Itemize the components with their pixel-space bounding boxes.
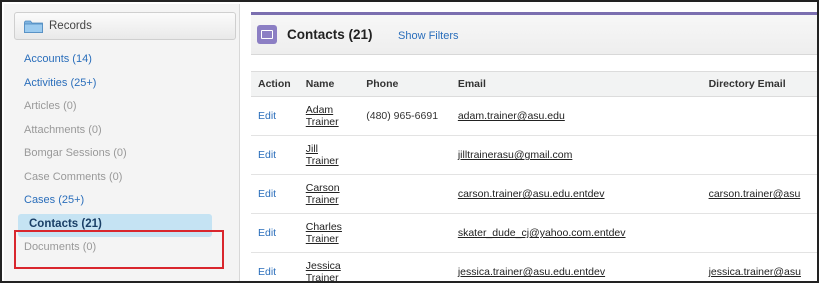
sidebar-item-activities[interactable]: Activities (25+) — [4, 72, 240, 96]
sidebar-item-label: Contacts (21) — [29, 217, 102, 230]
sidebar-item-attachments: Attachments (0) — [4, 119, 240, 143]
page-title: Contacts (21) — [287, 27, 373, 42]
sidebar-item-label: Bomgar Sessions (0) — [24, 147, 127, 159]
table-row: Edit Jill Trainer jilltrainerasu@gmail.co… — [251, 135, 817, 175]
contact-email[interactable]: adam.trainer@asu.edu — [458, 110, 565, 122]
column-header-name[interactable]: Name — [298, 71, 360, 97]
contact-directory-email[interactable]: carson.trainer@asu — [709, 188, 801, 200]
contact-last-name[interactable]: Trainer — [306, 233, 359, 245]
contacts-card-icon — [257, 25, 277, 44]
sidebar-item-label: Activities (25+) — [24, 76, 97, 89]
contact-email[interactable]: carson.trainer@asu.edu.entdev — [458, 188, 605, 200]
contact-first-name[interactable]: Jessica — [306, 260, 359, 272]
contact-first-name[interactable]: Jill — [306, 143, 359, 155]
records-header[interactable]: Records — [14, 12, 236, 40]
contact-last-name[interactable]: Trainer — [306, 272, 359, 281]
contact-last-name[interactable]: Trainer — [306, 155, 359, 167]
contact-last-name[interactable]: Trainer — [306, 194, 359, 206]
edit-link[interactable]: Edit — [258, 149, 276, 161]
sidebar-item-case-comments: Case Comments (0) — [4, 166, 240, 190]
edit-link[interactable]: Edit — [258, 188, 276, 200]
table-row: Edit Charles Trainer skater_dude_cj@yahoo… — [251, 213, 817, 253]
table-row: Edit Adam Trainer (480) 965-6691 adam.tra… — [251, 96, 817, 136]
sidebar-item-label: Accounts (14) — [24, 53, 92, 65]
column-header-email[interactable]: Email — [450, 71, 702, 97]
column-header-directory-email[interactable]: Directory Email — [701, 71, 817, 97]
contact-email[interactable]: jessica.trainer@asu.edu.entdev — [458, 266, 605, 278]
highlight-annotation — [14, 230, 224, 269]
sidebar-item-articles: Articles (0) — [4, 95, 240, 119]
column-header-action: Action — [251, 71, 299, 97]
show-filters-link[interactable]: Show Filters — [398, 30, 459, 42]
contacts-related-list: Contacts (21) Show Filters Action Name P… — [251, 12, 817, 281]
sidebar-item-label: Attachments (0) — [24, 123, 102, 136]
sidebar-item-label: Case Comments (0) — [24, 170, 123, 183]
edit-link[interactable]: Edit — [258, 266, 276, 278]
column-header-phone[interactable]: Phone — [359, 71, 451, 97]
contacts-table: Action Name Phone Email Directory Email … — [251, 71, 817, 281]
contact-last-name[interactable]: Trainer — [306, 116, 359, 128]
related-lists-sidebar: Records Accounts (14) Activities (25+) A… — [4, 4, 240, 281]
table-row: Edit Jessica Trainer jessica.trainer@asu.… — [251, 252, 817, 281]
sidebar-item-label: Articles (0) — [24, 100, 77, 112]
related-list-header: Contacts (21) Show Filters — [251, 15, 817, 55]
sidebar-item-bomgar-sessions: Bomgar Sessions (0) — [4, 142, 240, 166]
edit-link[interactable]: Edit — [258, 110, 276, 122]
sidebar-item-cases[interactable]: Cases (25+) — [4, 189, 240, 213]
contact-email[interactable]: jilltrainerasu@gmail.com — [458, 149, 573, 161]
sidebar-item-label: Cases (25+) — [24, 194, 85, 206]
related-list-links: Accounts (14) Activities (25+) Articles … — [4, 48, 240, 260]
table-row: Edit Carson Trainer carson.trainer@asu.ed… — [251, 174, 817, 214]
contact-phone: (480) 965-6691 — [366, 110, 439, 122]
edit-link[interactable]: Edit — [258, 227, 276, 239]
contact-first-name[interactable]: Charles — [306, 221, 359, 233]
contact-email[interactable]: skater_dude_cj@yahoo.com.entdev — [458, 227, 626, 239]
contact-directory-email[interactable]: jessica.trainer@asu — [709, 266, 801, 278]
table-header-row: Action Name Phone Email Directory Email — [251, 71, 817, 97]
sidebar-item-accounts[interactable]: Accounts (14) — [4, 48, 240, 72]
contact-first-name[interactable]: Carson — [306, 182, 359, 194]
records-label: Records — [49, 20, 92, 32]
screenshot-frame: Records Accounts (14) Activities (25+) A… — [0, 0, 819, 283]
folder-icon — [24, 20, 43, 33]
contact-first-name[interactable]: Adam — [306, 104, 359, 116]
